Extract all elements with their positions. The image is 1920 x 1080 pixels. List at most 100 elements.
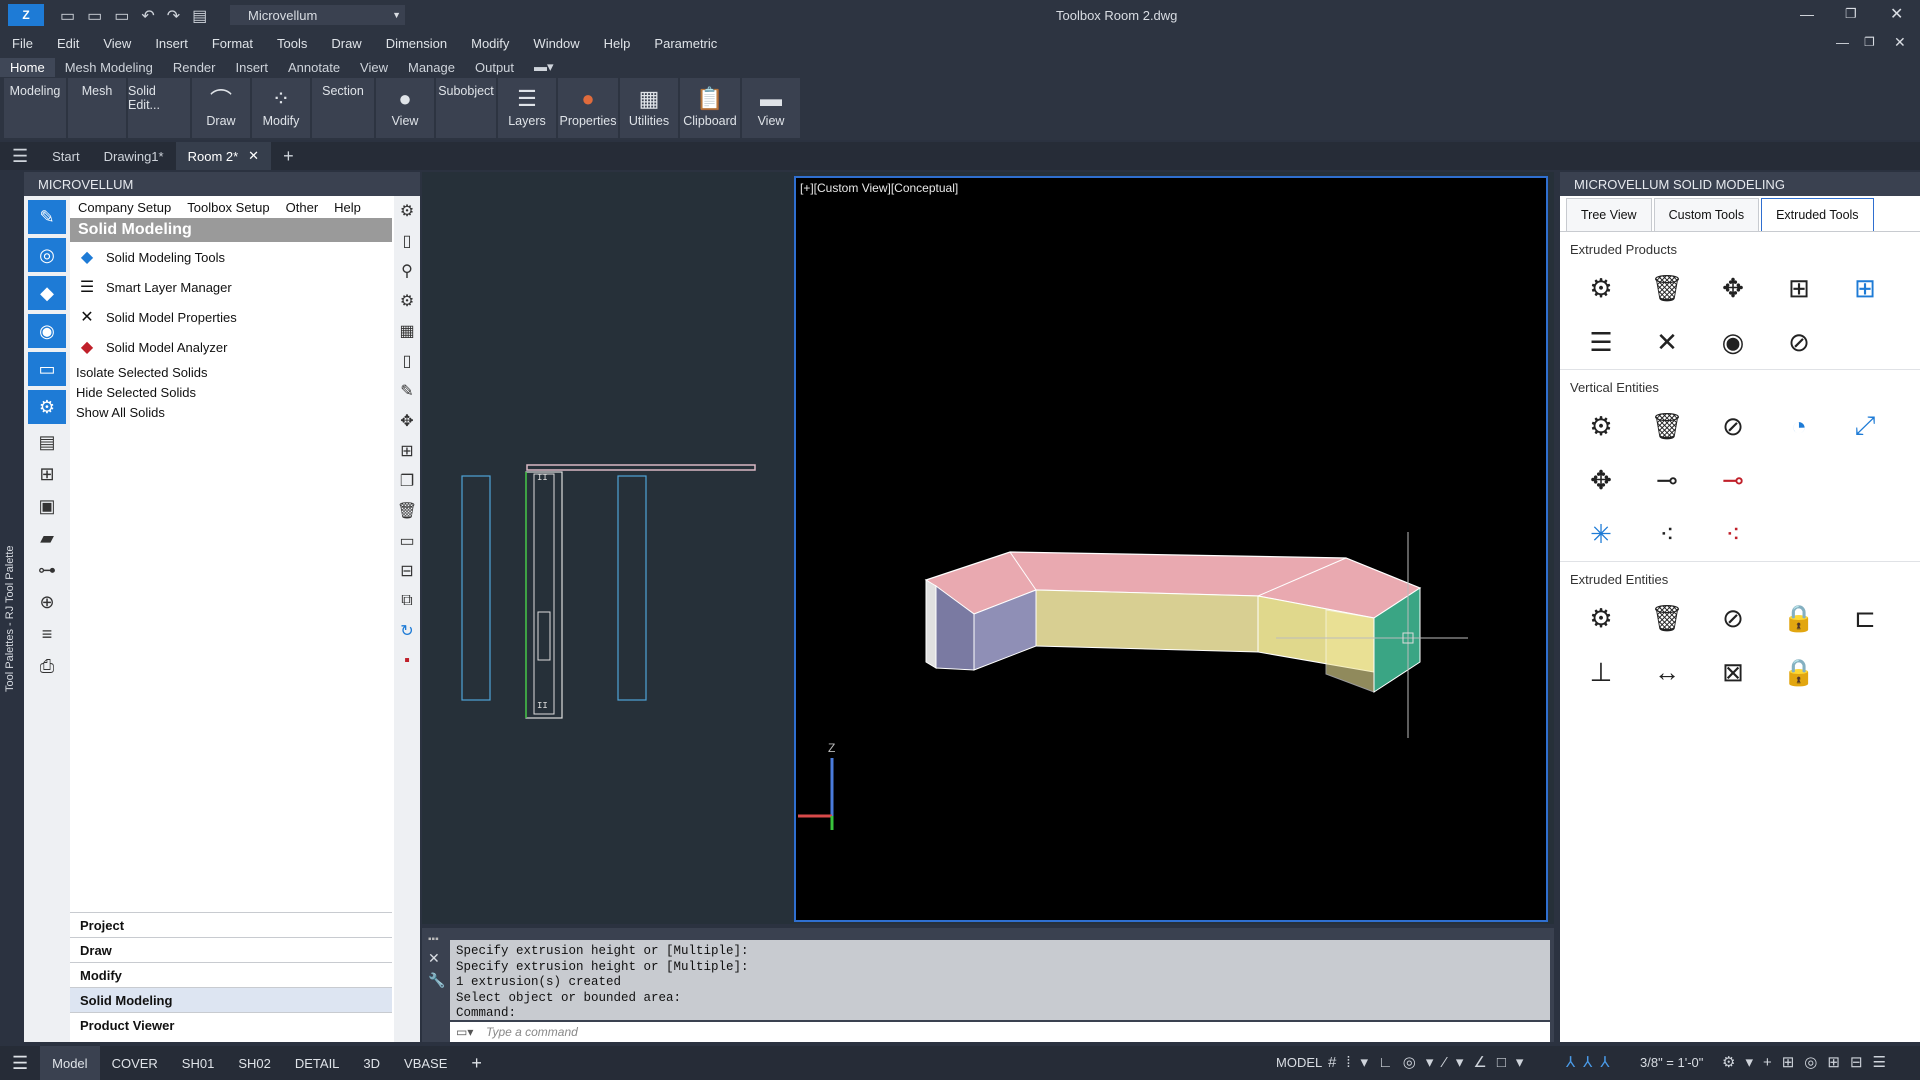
menu-other[interactable]: Other [278,200,327,215]
nodes-icon[interactable]: ⁖ [1634,507,1700,561]
accordion-modify[interactable]: Modify [70,962,392,987]
list-icon[interactable]: ≡ [28,620,66,648]
close-icon[interactable]: ✕ [428,950,440,967]
drafting-toggles[interactable]: #⁞▾∟◎▾⁄▾∠□▾ [1328,1053,1533,1071]
new-tab-icon[interactable]: + [271,142,306,170]
ribbon-view[interactable]: ● View [376,78,434,138]
close-icon[interactable]: ✕ [1890,4,1903,24]
ribbon-layers[interactable]: ☰ Layers [498,78,556,138]
frame-icon[interactable]: ⊟ [394,556,420,586]
menu-insert[interactable]: Insert [143,36,200,51]
gear-icon[interactable]: ⚙ [1568,399,1634,453]
ribbon-draw[interactable]: ⌒ Draw [192,78,250,138]
doc-close-icon[interactable]: ✕ [1894,34,1906,51]
layout-tab-detail[interactable]: DETAIL [283,1046,352,1080]
panel-icon[interactable]: ▭ [394,526,420,556]
monitor-icon[interactable]: ▭ [28,352,66,386]
gear-icon[interactable]: ⚙ [28,390,66,424]
paste-icon[interactable]: ▣ [28,492,66,520]
minimize-icon[interactable]: — [1800,6,1814,22]
tab-mesh-modeling[interactable]: Mesh Modeling [55,58,163,77]
tab-output[interactable]: Output [465,58,524,77]
menu-format[interactable]: Format [200,36,265,51]
eye-icon[interactable]: ◉ [1700,315,1766,369]
ribbon-modify[interactable]: ⁘ Modify [252,78,310,138]
menu-dimension[interactable]: Dimension [374,36,459,51]
node-red-icon[interactable]: ⊸ [1700,453,1766,507]
folder-icon[interactable]: ▰ [28,524,66,552]
tools-icon[interactable]: ✕ [1634,315,1700,369]
copy-icon[interactable]: ❐ [394,466,420,496]
stamp-icon[interactable]: ⚲ [394,256,420,286]
smart-layer-manager[interactable]: ☰ Smart Layer Manager [70,272,392,302]
accordion-project[interactable]: Project [70,912,392,937]
menu-tools[interactable]: Tools [265,36,319,51]
menu-toolbox-setup[interactable]: Toolbox Setup [179,200,277,215]
menu-help[interactable]: Help [326,200,369,215]
page-icon[interactable]: ▯ [394,226,420,256]
file-tab-drawing1[interactable]: Drawing1* [92,142,176,170]
solid-modeling-tools[interactable]: ◆ Solid Modeling Tools [70,242,392,272]
command-input[interactable]: ▭▾ Type a command [450,1022,1550,1042]
grid-icon[interactable]: ⊞ [394,436,420,466]
scale-point-icon[interactable]: ⤢ [1832,399,1898,453]
tab-annotate[interactable]: Annotate [278,58,350,77]
add-doc-icon[interactable]: ⊕ [28,588,66,616]
gear-icon[interactable]: ⚙ [394,196,420,226]
show-all-solids[interactable]: Show All Solids [70,402,392,422]
redo-icon[interactable]: ↻ [394,616,420,646]
duplicate-icon[interactable]: ⧉ [394,586,420,616]
node-icon[interactable]: ⊸ [1634,453,1700,507]
solid-model-properties[interactable]: ✕ Solid Model Properties [70,302,392,332]
3d-viewport[interactable]: [+][Custom View][Conceptual] Z [788,172,1554,924]
menu-edit[interactable]: Edit [45,36,91,51]
ribbon-modeling[interactable]: Modeling [4,78,66,138]
add-layout-icon[interactable]: + [459,1046,494,1080]
brush-icon[interactable]: ✎ [28,200,66,234]
model-space-toggle[interactable]: MODEL [1276,1055,1322,1070]
ribbon-section[interactable]: Section [312,78,374,138]
settings-icon[interactable]: ⚙ [394,286,420,316]
table-icon[interactable]: ▦ [394,316,420,346]
file-tab-room2[interactable]: Room 2* ✕ [175,142,272,170]
trash-icon[interactable]: 🗑 [1634,261,1700,315]
add-box-blue-icon[interactable]: ⊞ [1832,261,1898,315]
tab-render[interactable]: Render [163,58,226,77]
annotation-icons[interactable]: ⅄⅄⅄ [1566,1053,1618,1071]
menu-window[interactable]: Window [521,36,591,51]
layout-tab-sh02[interactable]: SH02 [226,1046,283,1080]
layout-tab-vbase[interactable]: VBASE [392,1046,459,1080]
lock-move-icon[interactable]: 🔒 [1766,591,1832,645]
layers-icon[interactable]: ☰ [1568,315,1634,369]
doc-icon[interactable]: ▯ [394,346,420,376]
doc-minimize-icon[interactable]: — [1836,35,1849,50]
ribbon-properties[interactable]: ● Properties [558,78,618,138]
accordion-draw[interactable]: Draw [70,937,392,962]
workspace-dropdown[interactable]: Microvellum ▼ [230,5,405,25]
tab-view[interactable]: View [350,58,398,77]
eye-off-icon[interactable]: ⊘ [1700,591,1766,645]
hamburger-icon[interactable]: ☰ [0,142,40,170]
camera-icon[interactable]: ◉ [28,314,66,348]
menu-draw[interactable]: Draw [319,36,373,51]
menu-help[interactable]: Help [592,36,643,51]
extend-icon[interactable]: ⊏ [1832,591,1898,645]
ribbon-utilities[interactable]: ▦ Utilities [620,78,678,138]
quick-access-icons[interactable]: ▭▭▭↶↷▤ [60,6,219,26]
menu-modify[interactable]: Modify [459,36,521,51]
ribbon-subobject[interactable]: Subobject [436,78,496,138]
layout-tab-model[interactable]: Model [40,1046,100,1080]
trash-icon[interactable]: 🗑 [1634,399,1700,453]
window-icon[interactable]: ⊞ [28,460,66,488]
layout-tab-3d[interactable]: 3D [351,1046,392,1080]
insert-icon[interactable]: ⊥ [1568,645,1634,699]
pencil-icon[interactable]: ✎ [394,376,420,406]
doc-restore-icon[interactable]: ❐ [1864,35,1875,49]
ribbon-view2[interactable]: ▬ View [742,78,800,138]
move-gear-icon[interactable]: ✥ [1700,261,1766,315]
accordion-product-viewer[interactable]: Product Viewer [70,1012,392,1037]
lock-icon[interactable]: 🔒 [1766,645,1832,699]
gear-icon[interactable]: ⚙ [1568,591,1634,645]
gear-icon[interactable]: ⚙ [1568,261,1634,315]
clipboard-icon[interactable]: ▤ [28,428,66,456]
